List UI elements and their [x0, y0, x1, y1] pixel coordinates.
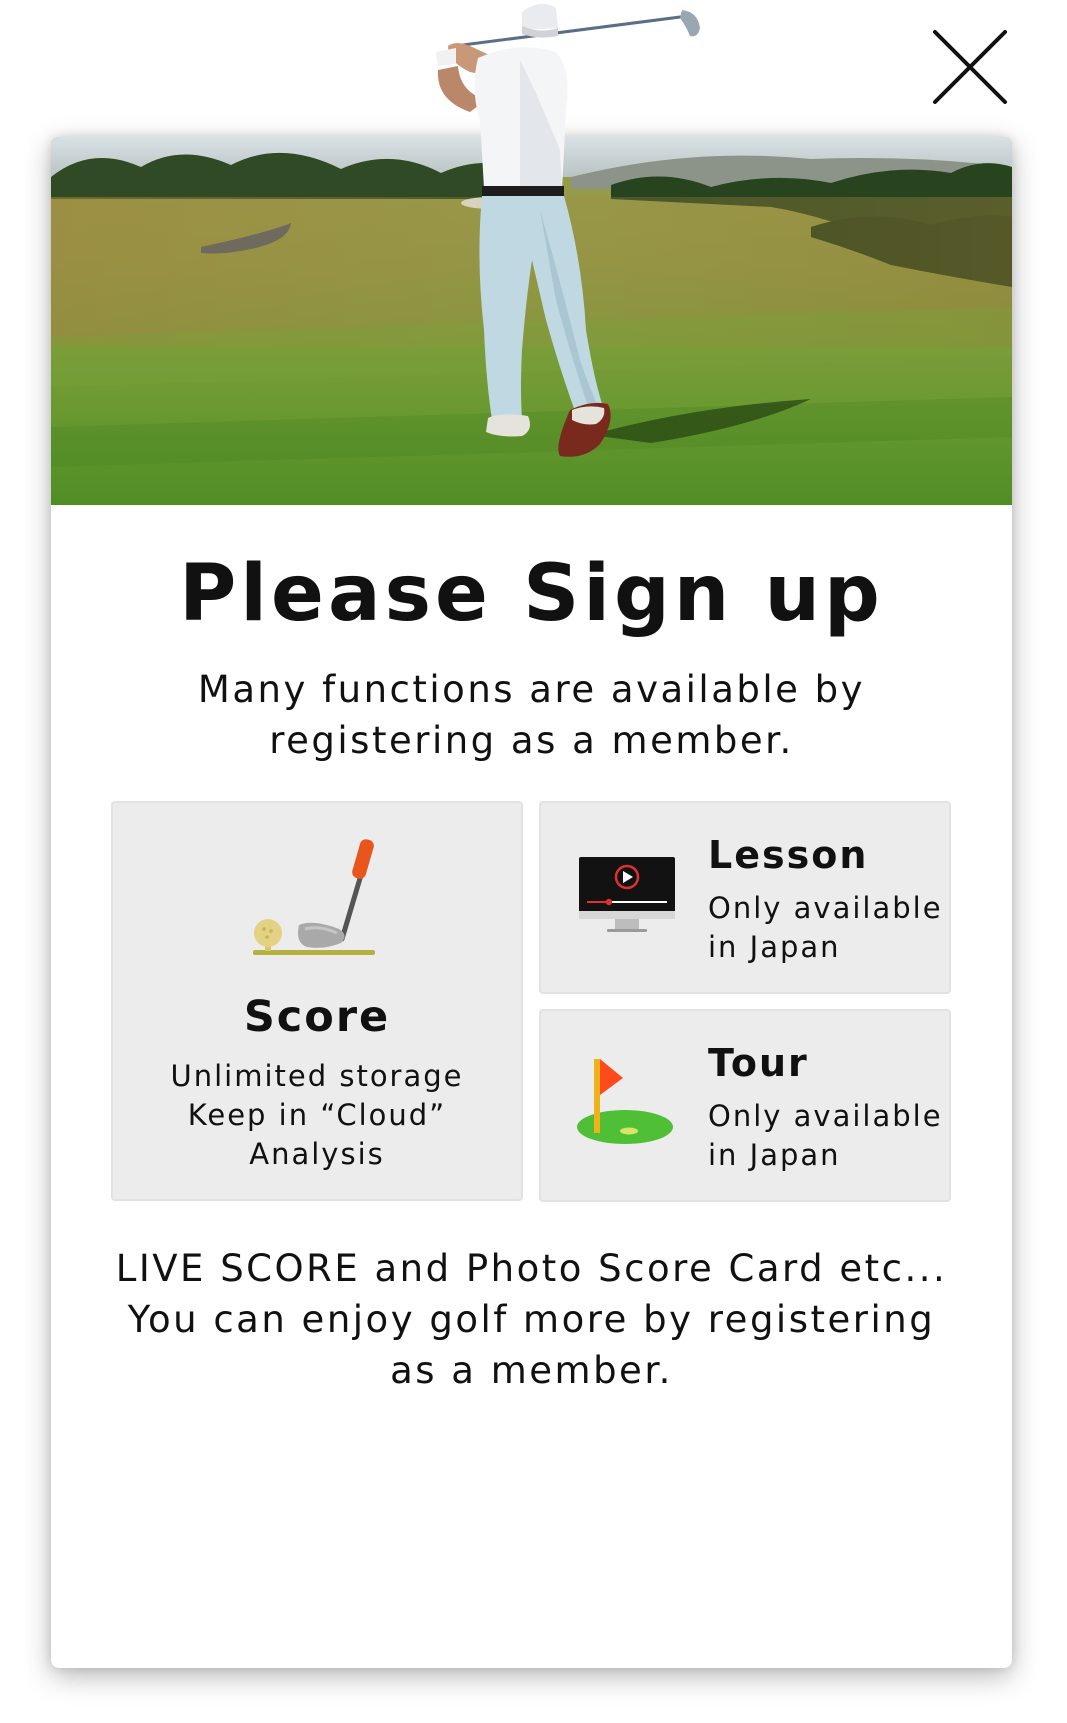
footer-line: LIVE SCORE and Photo Score Card etc...: [115, 1247, 948, 1290]
signup-dialog: Please Sign up Many functions are availa…: [51, 137, 1012, 1668]
feature-tile-tour: Tour Only available in Japan: [539, 1009, 951, 1202]
subtitle: Many functions are available by register…: [51, 664, 1012, 766]
feature-tile-lesson: Lesson Only available in Japan: [539, 801, 951, 994]
score-description: Unlimited storage Keep in “Cloud” Analys…: [113, 1057, 521, 1174]
lesson-line: Only available: [708, 891, 943, 925]
close-icon: [933, 30, 1007, 104]
footer-line: You can enjoy golf more by registering: [127, 1298, 936, 1341]
lesson-line: in Japan: [708, 930, 841, 964]
footer-line: as a member.: [390, 1349, 673, 1392]
score-line: Unlimited storage: [170, 1059, 464, 1093]
video-monitor-icon: [579, 857, 675, 932]
score-line: Analysis: [249, 1137, 385, 1171]
tour-title: Tour: [708, 1041, 809, 1085]
golf-club-icon: [253, 839, 375, 955]
subtitle-line: registering as a member.: [269, 719, 794, 762]
lesson-description: Only available in Japan: [708, 889, 943, 967]
footer-text: LIVE SCORE and Photo Score Card etc... Y…: [51, 1243, 1012, 1396]
golf-flag-icon: [577, 1059, 673, 1144]
page-title: Please Sign up: [179, 549, 884, 639]
lesson-title: Lesson: [708, 833, 869, 877]
tour-line: Only available: [708, 1099, 943, 1133]
tour-line: in Japan: [708, 1138, 841, 1172]
score-title: Score: [243, 992, 391, 1042]
feature-tile-score: Score Unlimited storage Keep in “Cloud” …: [111, 801, 523, 1201]
close-button[interactable]: [925, 22, 1015, 112]
tour-description: Only available in Japan: [708, 1097, 943, 1175]
score-line: Keep in “Cloud”: [187, 1098, 447, 1132]
subtitle-line: Many functions are available by: [197, 668, 866, 711]
golfer-photo: [51, 137, 1012, 505]
